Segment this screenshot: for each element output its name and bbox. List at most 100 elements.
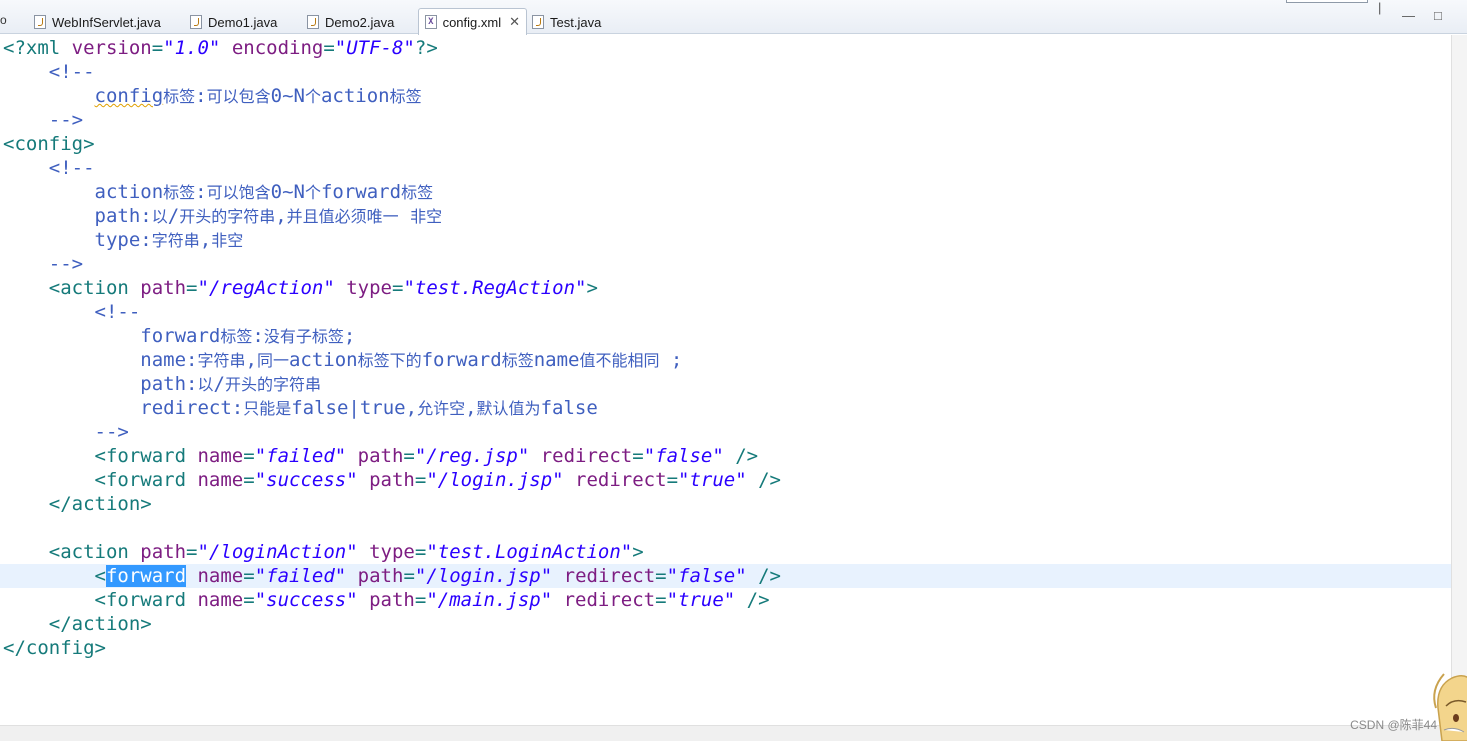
code-area[interactable]: <?xml version="1.0" encoding="UTF-8"?> <… (0, 36, 1451, 660)
code-token: "/reg.jsp" (414, 445, 530, 467)
code-token: <?xml (3, 37, 72, 59)
code-token: = (414, 541, 427, 563)
tab-config-xml[interactable]: X config.xml ✕ (418, 8, 527, 35)
code-token: name (197, 565, 244, 587)
code-line[interactable]: </config> (0, 636, 1451, 660)
code-token: = (414, 469, 427, 491)
tab-label: config.xml (442, 14, 502, 30)
code-token: "test.LoginAction" (426, 541, 633, 563)
code-line[interactable]: <config> (0, 132, 1451, 156)
code-token: "failed" (254, 445, 347, 467)
code-token: name (197, 469, 244, 491)
code-token: "false" (666, 565, 747, 587)
code-token: /> (723, 445, 759, 467)
code-token: /> (746, 469, 781, 491)
code-line[interactable]: <!-- (0, 300, 1451, 324)
java-file-icon (34, 15, 46, 29)
horizontal-scrollbar[interactable] (0, 725, 1451, 741)
code-token: <!-- (3, 301, 141, 323)
code-token: /> (735, 589, 770, 611)
code-token: <!-- (3, 157, 95, 179)
java-file-icon (190, 15, 202, 29)
code-line[interactable]: <!-- (0, 60, 1451, 84)
code-token: /> (746, 565, 781, 587)
code-token: redirect (563, 565, 656, 587)
code-token: redirect (563, 589, 656, 611)
code-token: = (186, 541, 198, 563)
tab-webinfservlet-java[interactable]: WebInfServlet.java (28, 10, 167, 34)
xml-file-icon: X (425, 15, 437, 29)
code-line[interactable]: action标签:可以饱含0~N个forward标签 (0, 180, 1451, 204)
code-token: type:字符串,非空 (3, 229, 244, 251)
code-line[interactable]: path:以/开头的字符串 (0, 372, 1451, 396)
code-line[interactable]: <!-- (0, 156, 1451, 180)
code-line[interactable]: </action> (0, 612, 1451, 636)
code-token: = (243, 445, 255, 467)
code-line[interactable]: <forward name="failed" path="/reg.jsp" r… (0, 444, 1451, 468)
code-token: "false" (643, 445, 724, 467)
code-line[interactable]: <forward name="failed" path="/login.jsp"… (0, 564, 1451, 588)
search-field[interactable] (1286, 0, 1368, 3)
code-token: = (323, 37, 335, 59)
code-token: type (346, 277, 392, 299)
code-token: <action (3, 541, 141, 563)
code-token: type (369, 541, 415, 563)
mascot-avatar-icon (1433, 673, 1467, 741)
code-token: "UTF-8" (334, 37, 415, 59)
code-token: path:以/开头的字符串 (3, 373, 321, 395)
code-token: ?> (414, 37, 438, 59)
code-line[interactable] (0, 516, 1451, 540)
code-token: > (632, 541, 644, 563)
code-token: <forward (3, 469, 198, 491)
code-line[interactable]: <?xml version="1.0" encoding="UTF-8"?> (0, 36, 1451, 60)
code-token: = (243, 565, 255, 587)
code-token: name (197, 445, 244, 467)
vertical-scrollbar[interactable] (1451, 35, 1467, 725)
code-line[interactable]: path:以/开头的字符串,并且值必须唯一 非空 (0, 204, 1451, 228)
minimize-icon[interactable]: — (1402, 8, 1415, 23)
code-token: <action (3, 277, 141, 299)
code-token: action标签:可以饱含0~N个forward标签 (3, 181, 434, 203)
code-line[interactable]: <forward name="success" path="/main.jsp"… (0, 588, 1451, 612)
code-line[interactable]: </action> (0, 492, 1451, 516)
toolbar-separator: | (1378, 0, 1382, 15)
selected-text: forward (105, 565, 187, 587)
code-token: = (403, 445, 415, 467)
code-line[interactable]: --> (0, 252, 1451, 276)
xml-editor[interactable]: <?xml version="1.0" encoding="UTF-8"?> <… (0, 35, 1451, 725)
code-line[interactable]: forward标签:没有子标签; (0, 324, 1451, 348)
tab-demo1-java[interactable]: Demo1.java (184, 10, 283, 34)
code-line[interactable]: <action path="/regAction" type="test.Reg… (0, 276, 1451, 300)
code-line[interactable]: redirect:只能是false|true,允许空,默认值为false (0, 396, 1451, 420)
code-line[interactable]: --> (0, 108, 1451, 132)
code-token: redirect (540, 445, 633, 467)
code-token: name (197, 589, 244, 611)
code-token: = (632, 445, 644, 467)
code-line[interactable]: <forward name="success" path="/login.jsp… (0, 468, 1451, 492)
code-token: = (403, 565, 415, 587)
code-token: = (151, 37, 164, 59)
code-line[interactable]: config标签:可以包含0~N个action标签 (0, 84, 1451, 108)
code-line[interactable]: type:字符串,非空 (0, 228, 1451, 252)
tab-demo2-java[interactable]: Demo2.java (301, 10, 400, 34)
code-token: <forward (3, 589, 198, 611)
maximize-icon[interactable]: □ (1434, 8, 1442, 23)
code-token: version (71, 37, 152, 59)
code-line[interactable]: name:字符串,同一action标签下的forward标签name值不能相同 … (0, 348, 1451, 372)
code-token: "success" (254, 589, 358, 611)
tab-fragment[interactable]: o (0, 13, 7, 27)
code-line[interactable]: --> (0, 420, 1451, 444)
close-icon[interactable]: ✕ (509, 14, 520, 30)
code-token: > (586, 277, 598, 299)
code-token: config (94, 85, 164, 107)
code-line[interactable]: <action path="/loginAction" type="test.L… (0, 540, 1451, 564)
code-token: redirect (575, 469, 667, 491)
code-token: "/loginAction" (197, 541, 358, 563)
tab-test-java[interactable]: Test.java (526, 10, 607, 34)
code-token: path (357, 445, 404, 467)
